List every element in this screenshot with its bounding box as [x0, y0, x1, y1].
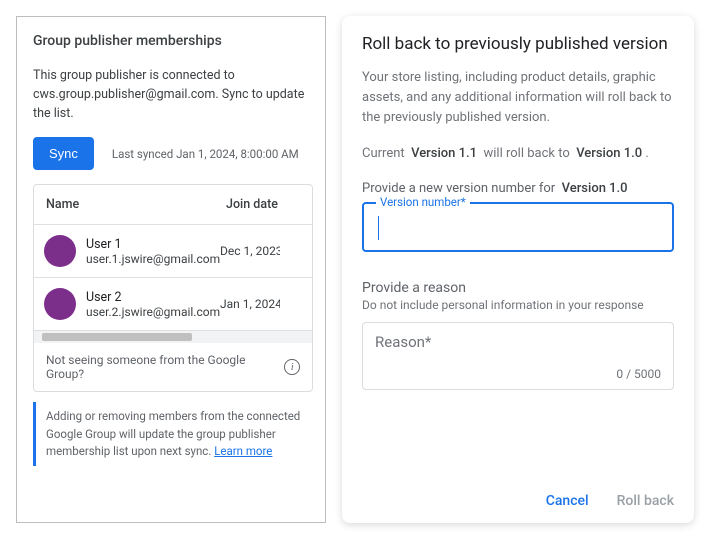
reason-subtext: Do not include personal information in y…: [362, 298, 674, 312]
sync-row: Sync Last synced Jan 1, 2024, 8:00:00 AM: [33, 137, 313, 170]
user-block: User 2 user.2.jswire@gmail.com: [86, 290, 220, 319]
scrollbar-thumb[interactable]: [42, 333, 192, 341]
user-email: user.2.jswire@gmail.com: [86, 305, 220, 319]
user-email: user.1.jswire@gmail.com: [86, 252, 220, 266]
members-table-header: Name Join date: [34, 185, 312, 225]
version-number-floating-label: Version number*: [376, 195, 470, 209]
dialog-actions: Cancel Roll back: [546, 493, 674, 509]
not-seeing-text: Not seeing someone from the Google Group…: [46, 353, 278, 381]
table-row[interactable]: User 1 user.1.jswire@gmail.com Dec 1, 20…: [34, 225, 312, 278]
cancel-button[interactable]: Cancel: [546, 493, 589, 509]
char-count: 0 / 5000: [616, 367, 661, 381]
rollback-button[interactable]: Roll back: [617, 493, 674, 509]
learn-more-link[interactable]: Learn more: [214, 444, 272, 458]
rollback-dialog: Roll back to previously published versio…: [342, 16, 694, 523]
last-sync-text: Last synced Jan 1, 2024, 8:00:00 AM: [112, 147, 299, 161]
text-caret: [378, 216, 379, 240]
members-table: Name Join date User 1 user.1.jswire@gmai…: [33, 184, 313, 392]
avatar: [44, 288, 76, 320]
reason-textarea[interactable]: Reason* 0 / 5000: [362, 322, 674, 390]
version-number-field[interactable]: Version number*: [362, 202, 674, 252]
sync-note: Adding or removing members from the conn…: [33, 402, 313, 466]
join-date: Dec 1, 2023: [220, 244, 280, 258]
sync-button[interactable]: Sync: [33, 137, 94, 170]
user-block: User 1 user.1.jswire@gmail.com: [86, 237, 220, 266]
provide-version-label: Provide a new version number for Version…: [362, 181, 674, 196]
group-memberships-card: Group publisher memberships This group p…: [16, 16, 326, 523]
user-name: User 1: [86, 237, 220, 252]
group-memberships-title: Group publisher memberships: [33, 33, 313, 49]
not-seeing-row: Not seeing someone from the Google Group…: [34, 343, 312, 391]
info-icon[interactable]: i: [284, 359, 300, 375]
group-memberships-description: This group publisher is connected to cws…: [33, 67, 313, 123]
reason-heading: Provide a reason: [362, 280, 674, 296]
dialog-body: Your store listing, including product de…: [362, 68, 674, 128]
join-date: Jan 1, 2024: [220, 297, 280, 311]
target-version: Version 1.0: [576, 146, 642, 161]
horizontal-scrollbar[interactable]: [34, 331, 312, 343]
column-join-date: Join date: [226, 197, 286, 212]
version-number-input[interactable]: [364, 204, 672, 250]
reason-placeholder: Reason*: [375, 333, 661, 351]
user-name: User 2: [86, 290, 220, 305]
current-version: Version 1.1: [411, 146, 477, 161]
dialog-title: Roll back to previously published versio…: [362, 34, 674, 54]
table-row[interactable]: User 2 user.2.jswire@gmail.com Jan 1, 20…: [34, 278, 312, 331]
members-table-body: User 1 user.1.jswire@gmail.com Dec 1, 20…: [34, 225, 312, 331]
version-line: Current Version 1.1 will roll back to Ve…: [362, 146, 674, 161]
avatar: [44, 235, 76, 267]
column-name: Name: [46, 197, 226, 212]
